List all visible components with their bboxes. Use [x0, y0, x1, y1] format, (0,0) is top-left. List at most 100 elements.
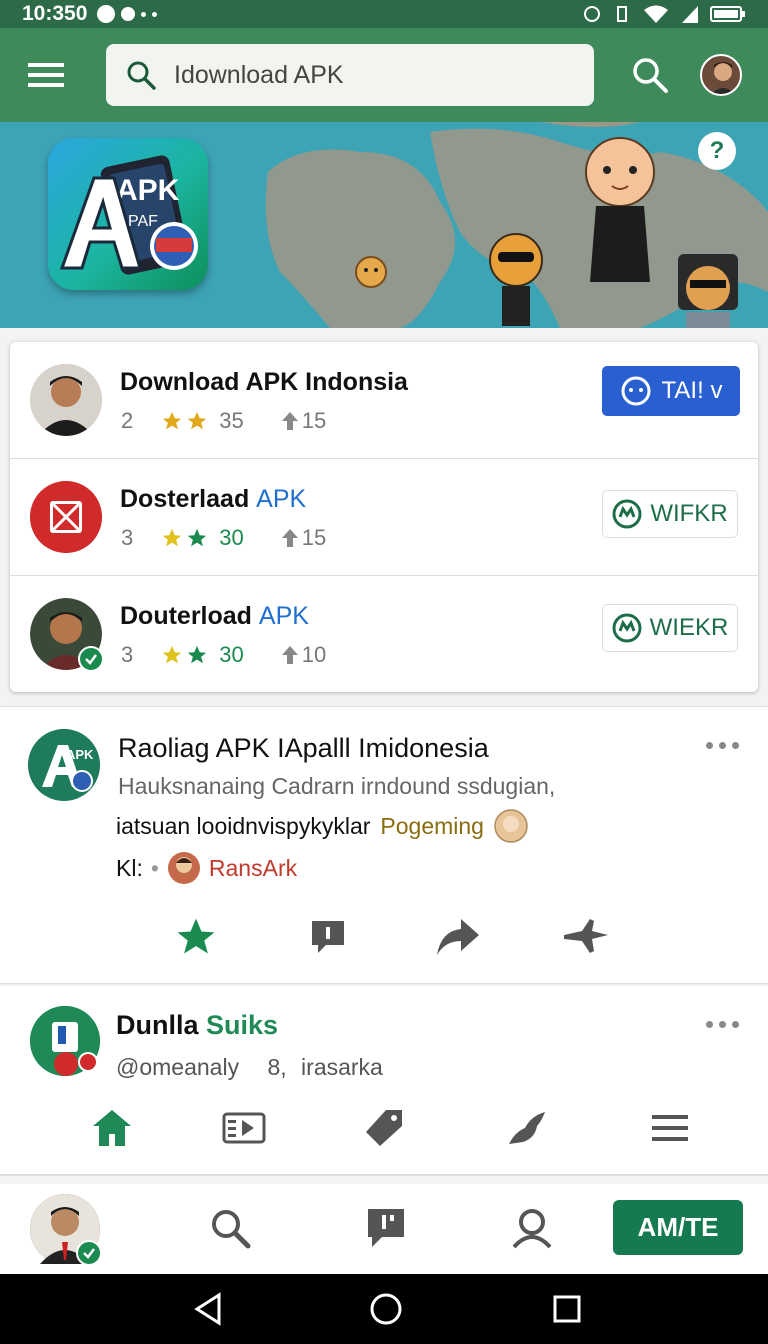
separator-dot: • [150, 854, 159, 881]
item-title: Download APK Indonsia [120, 368, 408, 396]
arrow-up-icon [281, 646, 298, 664]
stat-count: 8, [267, 1054, 287, 1080]
envelope-icon [30, 481, 102, 553]
comment-icon [368, 1209, 404, 1247]
post-handle: @omeanaly 8, irasarka [116, 1054, 383, 1081]
avatar [30, 364, 102, 436]
notification-icon [121, 7, 136, 21]
post-avatar[interactable] [30, 1006, 100, 1076]
open-button[interactable]: WIFKR [602, 490, 738, 538]
open-button-label: WIEKR [649, 614, 729, 641]
home-tab[interactable] [88, 1104, 136, 1152]
vibrate-icon [617, 6, 627, 22]
notification-icons [97, 5, 158, 23]
install-button[interactable]: TAI! v [602, 366, 740, 416]
home-icon [93, 1110, 131, 1146]
more-options-button[interactable] [700, 1012, 744, 1036]
menu-tab[interactable] [646, 1104, 694, 1152]
post-avatar[interactable]: APK [28, 729, 100, 801]
post-subtitle: Hauksnanaing Cadrarn irndound ssdugian, [118, 773, 556, 799]
search-nav-button[interactable] [206, 1204, 254, 1252]
recents-button[interactable] [544, 1286, 590, 1332]
list-item[interactable]: Dosterlaad APK 3 30 15 WIFKR [10, 459, 758, 576]
updates-value: 15 [301, 408, 327, 433]
brand-logo-icon [30, 1006, 100, 1076]
search-icon [633, 58, 668, 93]
profile-nav-button[interactable] [508, 1204, 556, 1252]
star-icon [163, 411, 182, 430]
list-item[interactable]: Download APK Indonsia 2 35 15 TAI! v [10, 342, 758, 459]
post-toolbar [0, 1104, 768, 1160]
stat-label: irasarka [301, 1054, 383, 1080]
tag-icon [366, 1110, 402, 1146]
back-button[interactable] [185, 1286, 231, 1332]
more-dot-icon [141, 11, 147, 17]
boost-button[interactable] [562, 913, 610, 961]
menu-button[interactable] [20, 49, 72, 101]
rating-value: 35 [219, 408, 244, 433]
post-actions [0, 913, 768, 969]
updates-value: 15 [301, 525, 327, 550]
favorite-button[interactable] [172, 913, 220, 961]
person-icon [30, 364, 102, 436]
author-avatar [167, 852, 200, 884]
tag-avatar [494, 809, 528, 843]
bottom-bar: AM/TE [0, 1184, 768, 1274]
post-title: Raoliag APK IApalll Imidonesia [118, 733, 489, 763]
my-avatar[interactable] [30, 1194, 102, 1266]
item-rank: 3 [121, 525, 134, 550]
item-rating: 30 [161, 642, 244, 668]
user-icon [512, 1209, 552, 1249]
face-icon [621, 376, 651, 406]
open-button[interactable]: WIEKR [602, 604, 738, 652]
hero-banner: APK PAF ? [0, 122, 768, 328]
post-title: Dunlla Suiks [116, 1010, 279, 1040]
search-input[interactable] [174, 60, 554, 90]
rating-value: 30 [219, 642, 244, 667]
back-triangle-icon [194, 1292, 221, 1326]
help-button[interactable]: ? [698, 132, 736, 170]
author-name[interactable]: RansArk [209, 855, 297, 882]
search-button[interactable] [624, 49, 676, 101]
list-item[interactable]: Douterload APK 3 30 10 WIEKR [10, 576, 758, 693]
search-icon [212, 1210, 251, 1249]
messages-nav-button[interactable] [362, 1204, 410, 1252]
user-handle[interactable]: @omeanaly [116, 1054, 239, 1080]
primary-action-button[interactable]: AM/TE [613, 1200, 743, 1255]
video-tab[interactable] [220, 1104, 268, 1152]
star-icon [188, 528, 207, 547]
item-updates: 10 [280, 642, 326, 668]
item-rating: 35 [161, 408, 244, 434]
comment-button[interactable] [304, 913, 352, 961]
star-icon [163, 528, 182, 547]
signal-icon [682, 6, 698, 23]
feed-post: APK Raoliag APK IApalll Imidonesia Hauks… [0, 706, 768, 984]
install-button-label: TAI! v [661, 377, 723, 404]
rating-value: 30 [219, 525, 244, 550]
bird-tab[interactable] [502, 1104, 550, 1152]
home-button[interactable] [363, 1286, 409, 1332]
avatar [30, 598, 104, 672]
status-time: 10:350 [22, 2, 88, 25]
video-icon [222, 1112, 266, 1144]
post-tag[interactable]: Pogeming [380, 813, 484, 840]
tag-tab[interactable] [360, 1104, 408, 1152]
arrow-up-icon [281, 412, 298, 430]
hamburger-icon [28, 63, 64, 87]
status-bar: 10:350 [0, 0, 768, 28]
search-box[interactable] [106, 44, 594, 106]
more-dot-icon [152, 11, 158, 17]
verified-badge-icon [78, 646, 104, 672]
profile-avatar[interactable] [700, 54, 742, 96]
more-options-button[interactable] [700, 733, 744, 757]
share-button[interactable] [434, 913, 482, 961]
item-title: Dosterlaad APK [120, 485, 307, 513]
item-updates: 15 [280, 525, 326, 551]
recents-square-icon [553, 1295, 581, 1323]
share-arrow-icon [437, 919, 479, 955]
star-icon [188, 411, 207, 430]
avatar [30, 481, 102, 553]
comment-icon [312, 921, 344, 953]
item-rank: 3 [121, 642, 134, 667]
item-updates: 15 [280, 408, 326, 434]
